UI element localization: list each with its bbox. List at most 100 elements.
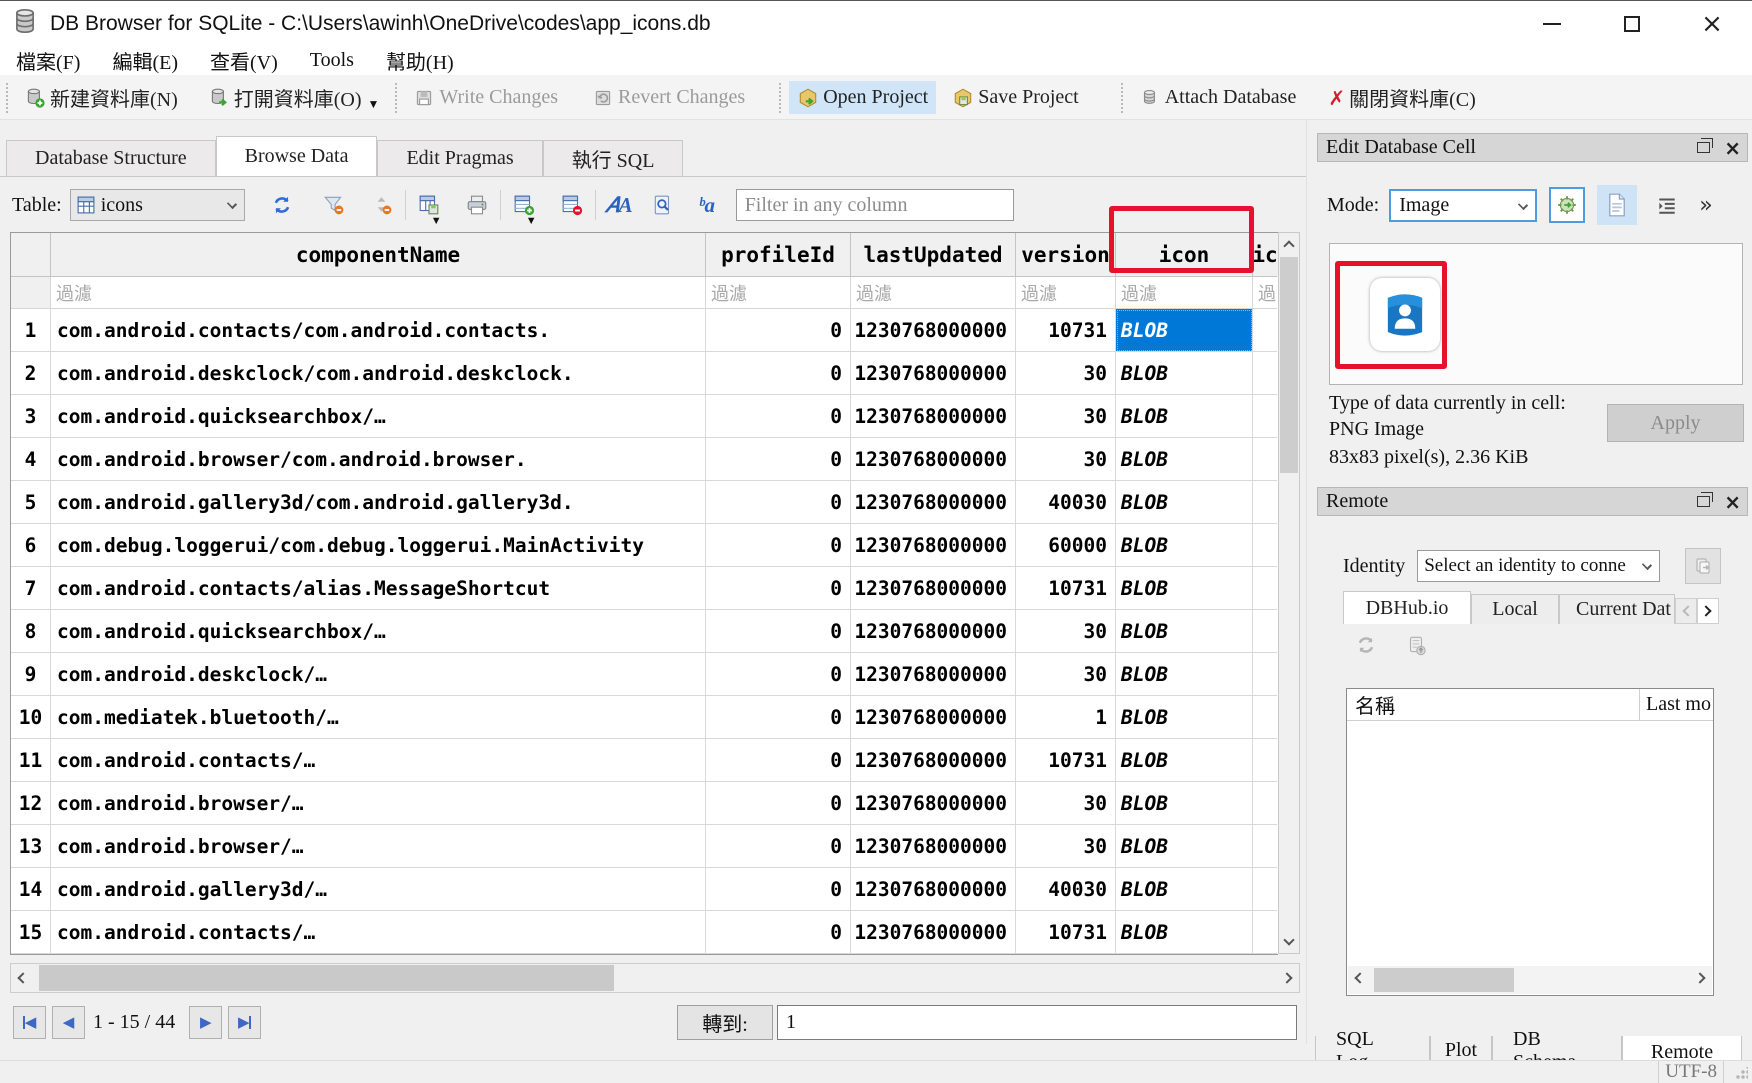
cell-lastupdated[interactable]: 1230768000000	[851, 825, 1016, 868]
cell-icon-blob[interactable]: BLOB	[1116, 567, 1253, 610]
cell-lastupdated[interactable]: 1230768000000	[851, 481, 1016, 524]
cell-version[interactable]: 40030	[1016, 481, 1116, 524]
menu-edit[interactable]: 編輯(E)	[108, 46, 182, 75]
column-header-profileid[interactable]: profileId	[706, 233, 851, 277]
word-wrap-button[interactable]	[1649, 187, 1685, 223]
cell-version[interactable]: 1	[1016, 696, 1116, 739]
print-button[interactable]	[462, 190, 492, 220]
cell-profileid[interactable]: 0	[706, 696, 851, 739]
cell-icon-blob[interactable]: BLOB	[1116, 352, 1253, 395]
toolbar-drag-handle[interactable]	[779, 83, 785, 113]
row-number[interactable]: 3	[11, 395, 51, 438]
cell-componentname[interactable]: com.android.deskclock/com.android.deskcl…	[51, 352, 706, 395]
cell-componentname[interactable]: com.android.gallery3d/…	[51, 868, 706, 911]
save-project-button[interactable]: Save Project	[944, 81, 1087, 114]
maximize-button[interactable]	[1592, 1, 1672, 47]
cell-partial[interactable]	[1253, 481, 1277, 524]
cell-lastupdated[interactable]: 1230768000000	[851, 352, 1016, 395]
cell-componentname[interactable]: com.android.quicksearchbox/…	[51, 395, 706, 438]
cell-lastupdated[interactable]: 1230768000000	[851, 524, 1016, 567]
cell-lastupdated[interactable]: 1230768000000	[851, 438, 1016, 481]
scroll-left-button[interactable]	[1348, 967, 1368, 989]
row-number[interactable]: 4	[11, 438, 51, 481]
cell-profileid[interactable]: 0	[706, 309, 851, 352]
table-select[interactable]: icons	[70, 189, 245, 221]
cell-lastupdated[interactable]: 1230768000000	[851, 911, 1016, 954]
row-number[interactable]: 6	[11, 524, 51, 567]
tab-database-structure[interactable]: Database Structure	[6, 140, 216, 176]
list-header-last-modified[interactable]: Last mo	[1639, 689, 1713, 720]
open-database-dropdown-icon[interactable]: ▼	[368, 97, 380, 112]
menu-tools[interactable]: Tools	[306, 49, 358, 72]
grid-horizontal-scrollbar[interactable]	[10, 963, 1300, 993]
cell-icon-blob[interactable]: BLOB	[1116, 696, 1253, 739]
cell-version[interactable]: 30	[1016, 438, 1116, 481]
column-header-partial[interactable]: ic	[1253, 233, 1277, 277]
cell-icon-blob[interactable]: BLOB	[1116, 524, 1253, 567]
row-number[interactable]: 12	[11, 782, 51, 825]
export-table-button[interactable]: ▼	[414, 190, 444, 220]
close-panel-icon[interactable]: ×	[1724, 136, 1741, 160]
cell-profileid[interactable]: 0	[706, 438, 851, 481]
cell-profileid[interactable]: 0	[706, 524, 851, 567]
cell-profileid[interactable]: 0	[706, 653, 851, 696]
cell-profileid[interactable]: 0	[706, 868, 851, 911]
horizontal-scroll-thumb[interactable]	[39, 965, 614, 991]
cell-icon-blob[interactable]: BLOB	[1116, 481, 1253, 524]
cell-icon-blob[interactable]: BLOB	[1116, 911, 1253, 954]
scroll-up-button[interactable]	[1279, 233, 1299, 255]
clear-filters-button[interactable]	[319, 190, 349, 220]
filter-partial[interactable]: 過	[1253, 277, 1277, 309]
cell-componentname[interactable]: com.android.deskclock/…	[51, 653, 706, 696]
row-number[interactable]: 10	[11, 696, 51, 739]
dock-splitter[interactable]	[1306, 120, 1313, 1044]
row-number[interactable]: 11	[11, 739, 51, 782]
cell-version[interactable]: 10731	[1016, 911, 1116, 954]
scroll-right-button[interactable]	[1279, 967, 1299, 989]
cell-partial[interactable]	[1253, 653, 1277, 696]
cell-partial[interactable]	[1253, 395, 1277, 438]
row-number[interactable]: 14	[11, 868, 51, 911]
last-page-button[interactable]: ▶	[228, 1006, 261, 1039]
cell-partial[interactable]	[1253, 739, 1277, 782]
cell-partial[interactable]	[1253, 911, 1277, 954]
scroll-left-button[interactable]	[11, 967, 31, 989]
cell-version[interactable]: 30	[1016, 653, 1116, 696]
resize-grip[interactable]	[1736, 1067, 1748, 1079]
filter-profileid[interactable]: 過濾	[706, 277, 851, 309]
grid-vertical-scrollbar[interactable]	[1278, 232, 1300, 954]
cell-componentname[interactable]: com.mediatek.bluetooth/…	[51, 696, 706, 739]
cell-icon-blob[interactable]: BLOB	[1116, 739, 1253, 782]
goto-button[interactable]: 轉到:	[677, 1005, 773, 1040]
cell-profileid[interactable]: 0	[706, 567, 851, 610]
cell-icon-blob[interactable]: BLOB	[1116, 438, 1253, 481]
delete-record-button[interactable]	[557, 190, 587, 220]
cell-lastupdated[interactable]: 1230768000000	[851, 696, 1016, 739]
row-number[interactable]: 5	[11, 481, 51, 524]
tab-edit-pragmas[interactable]: Edit Pragmas	[377, 140, 542, 176]
cell-profileid[interactable]: 0	[706, 825, 851, 868]
scroll-down-button[interactable]	[1279, 931, 1299, 953]
cell-componentname[interactable]: com.android.browser/com.android.browser.	[51, 438, 706, 481]
cell-componentname[interactable]: com.android.browser/…	[51, 825, 706, 868]
cell-icon-blob[interactable]: BLOB	[1116, 395, 1253, 438]
cell-partial[interactable]	[1253, 567, 1277, 610]
first-page-button[interactable]: ◀	[13, 1006, 46, 1039]
refresh-button[interactable]	[267, 190, 297, 220]
float-panel-icon[interactable]	[1697, 496, 1710, 507]
row-number[interactable]: 2	[11, 352, 51, 395]
cell-profileid[interactable]: 0	[706, 395, 851, 438]
clear-sorting-button[interactable]	[367, 190, 397, 220]
prev-page-button[interactable]: ◀	[52, 1006, 85, 1039]
menu-help[interactable]: 幫助(H)	[382, 46, 458, 75]
edit-display-format-button[interactable]: 𝐴A	[604, 190, 634, 220]
tab-scroll-right-button[interactable]	[1697, 598, 1719, 624]
attach-database-button[interactable]: Attach Database	[1131, 81, 1305, 114]
identity-select[interactable]: Select an identity to conne	[1417, 550, 1660, 582]
column-header-version[interactable]: version	[1016, 233, 1116, 277]
cell-version[interactable]: 10731	[1016, 739, 1116, 782]
cell-icon-blob[interactable]: BLOB	[1116, 610, 1253, 653]
filter-icon[interactable]: 過濾	[1116, 277, 1253, 309]
cell-partial[interactable]	[1253, 524, 1277, 567]
menu-file[interactable]: 檔案(F)	[12, 46, 84, 75]
